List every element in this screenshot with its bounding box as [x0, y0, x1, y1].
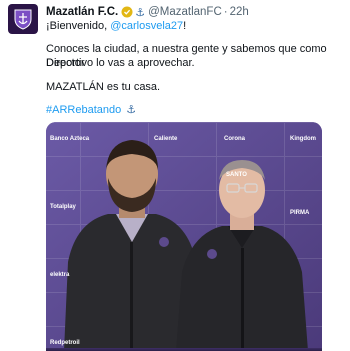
backdrop-logo: PIRMA [290, 210, 310, 216]
mention-link[interactable]: @carlosvela27 [110, 20, 183, 32]
verified-badge-icon [121, 6, 133, 18]
anchor-emoji-icon: ⚓ [135, 6, 146, 19]
tweet-header: Mazatlán F.C. ⚓ @MazatlanFC · 22h [46, 4, 249, 20]
author-avatar[interactable] [8, 4, 38, 34]
greeting-suffix: ! [183, 20, 187, 32]
backdrop-logo: Caliente [154, 136, 178, 142]
backdrop-logo: elektra [50, 272, 70, 278]
backdrop-logo: Corona [224, 136, 245, 142]
backdrop-logo: Banco Azteca [50, 136, 90, 142]
anchor-emoji-icon-2: ⚓ [126, 104, 137, 116]
tweet-timestamp[interactable]: 22h [230, 6, 249, 18]
separator-dot: · [223, 6, 228, 18]
backdrop-logo: Totalplay [50, 204, 76, 210]
tweet-paragraph-2: MAZATLÁN es tu casa. [46, 81, 161, 93]
tweet-hashtag-line: #ARRebatando ⚓ [46, 103, 136, 117]
tweet-card[interactable]: Mazatlán F.C. ⚓ @MazatlanFC · 22h ¡Bienv… [0, 0, 350, 351]
tweet-paragraph-1-line-2: Deportivo lo vas a aprovechar. [46, 57, 195, 69]
backdrop-logo: Redpetroil [50, 340, 80, 346]
backdrop-logo: SANTO [226, 172, 247, 178]
hashtag-link[interactable]: #ARRebatando [46, 104, 121, 116]
backdrop-logo: Kingdom [290, 136, 316, 142]
greeting-prefix: ¡Bienvenido, [46, 20, 111, 32]
tweet-line-greeting: ¡Bienvenido, @carlosvela27! [46, 19, 186, 33]
tweet-photo[interactable]: Banco Azteca Caliente Kingdom Totalplay … [46, 122, 322, 351]
author-name[interactable]: Mazatlán F.C. [46, 6, 118, 18]
club-shield-icon [14, 9, 32, 30]
author-handle[interactable]: @MazatlanFC [148, 6, 222, 18]
photo-illustration [46, 122, 322, 351]
